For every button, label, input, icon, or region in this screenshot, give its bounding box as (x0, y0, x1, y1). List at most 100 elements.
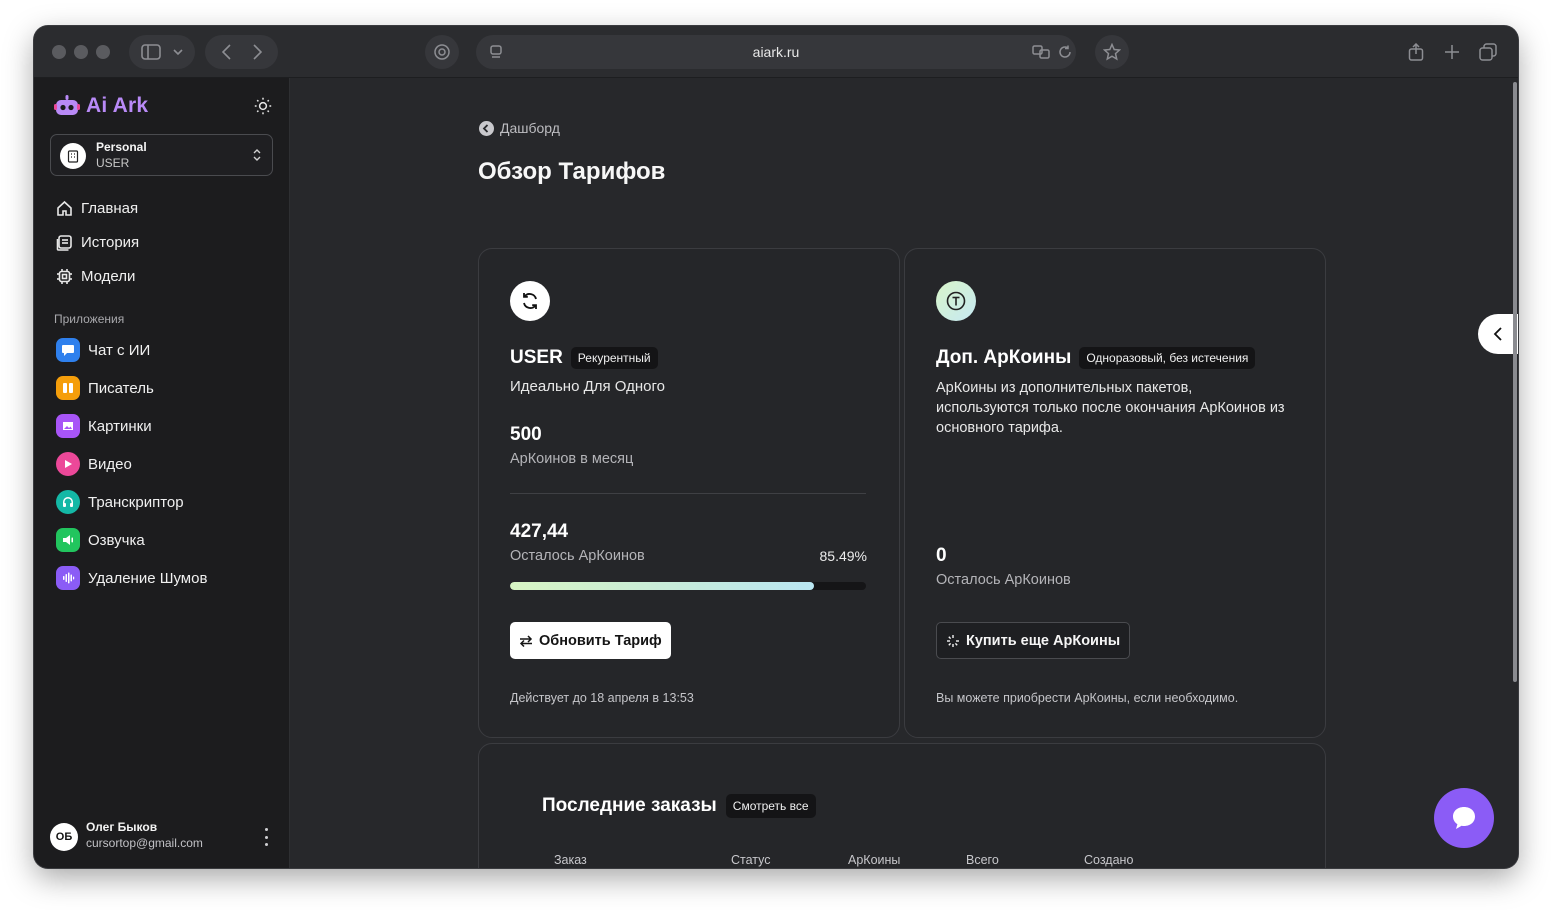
writer-icon (56, 376, 80, 400)
coin-icon (936, 281, 976, 321)
organization-avatar (60, 143, 86, 169)
chevron-down-icon (173, 49, 183, 56)
chevron-up-down-icon (253, 149, 261, 161)
extra-remaining-value: 0 (936, 545, 947, 566)
monthly-coins-label: АрКоинов в месяц (510, 451, 634, 467)
remaining-percent: 85.49% (819, 548, 867, 564)
brand-name: Ai Ark (86, 94, 149, 117)
new-tab-icon[interactable] (1442, 42, 1462, 62)
sparkle-icon (947, 634, 959, 647)
history-icon (56, 234, 72, 251)
tabs-overview-icon[interactable] (1478, 42, 1498, 62)
app-item-label: Озвучка (88, 531, 145, 549)
building-icon (67, 149, 79, 163)
coins-progress-fill (510, 582, 815, 590)
avatar: ОБ (50, 823, 78, 851)
minimize-window-button[interactable] (74, 45, 88, 59)
plan-title-row: USER Рекурентный (510, 347, 658, 369)
waveform-icon (56, 566, 80, 590)
app-item-label: Видео (88, 455, 132, 473)
url-text: aiark.ru (752, 44, 800, 60)
divider (510, 493, 866, 494)
back-arrow-icon[interactable] (221, 44, 231, 60)
chat-icon (56, 338, 80, 362)
app-item-noise-removal[interactable]: Удаление Шумов (56, 565, 207, 591)
update-plan-label: Обновить Тариф (539, 632, 662, 649)
app-item-video[interactable]: Видео (56, 451, 132, 477)
history-nav (205, 35, 278, 69)
chevron-left-icon (1493, 327, 1502, 341)
column-header-order: Заказ (554, 853, 587, 867)
coins-progress-bar (510, 582, 866, 590)
address-bar[interactable]: aiark.ru (476, 35, 1076, 69)
nav-item-history[interactable]: История (56, 231, 139, 253)
image-icon (56, 414, 80, 438)
app-item-label: Удаление Шумов (88, 569, 208, 587)
nav-item-label: Модели (81, 267, 136, 285)
forward-arrow-icon[interactable] (252, 44, 262, 60)
page-scrollbar[interactable] (1513, 82, 1517, 682)
plan-name: USER (510, 347, 563, 368)
share-icon[interactable] (1406, 42, 1426, 62)
app-item-images[interactable]: Картинки (56, 413, 152, 439)
extra-type-badge: Одноразовый, без истечения (1079, 347, 1256, 369)
extra-title-row: Доп. АрКоины Одноразовый, без истечения (936, 347, 1256, 369)
panel-collapse-button[interactable] (1478, 314, 1518, 354)
buy-coins-button[interactable]: Купить еще АрКоины (936, 622, 1131, 659)
buy-coins-label: Купить еще АрКоины (966, 632, 1121, 649)
app-item-chat[interactable]: Чат с ИИ (56, 337, 150, 363)
column-header-coins: АрКоины (848, 853, 901, 867)
view-all-orders-button[interactable]: Смотреть все (725, 794, 816, 818)
close-window-button[interactable] (52, 45, 66, 59)
extra-coins-card: Доп. АрКоины Одноразовый, без истечения … (904, 248, 1326, 738)
update-plan-button[interactable]: Обновить Тариф (510, 622, 671, 659)
brand-logo[interactable]: Ai Ark (54, 94, 148, 118)
monthly-coins-value: 500 (510, 424, 542, 445)
chip-icon (57, 268, 72, 284)
app-item-transcriptor[interactable]: Транскриптор (56, 489, 184, 515)
star-icon (1103, 43, 1121, 61)
zoom-window-button[interactable] (96, 45, 110, 59)
theme-toggle-button[interactable] (252, 95, 274, 117)
app-item-label: Транскриптор (88, 493, 184, 511)
app-sidebar: Ai Ark Personal USER Главная История Мод… (34, 78, 290, 868)
plan-valid-until: Действует до 18 апреля в 13:53 (510, 691, 694, 705)
orders-header: Последние заказы Смотреть все (542, 794, 816, 818)
organization-switcher[interactable]: Personal USER (50, 134, 273, 176)
back-to-dashboard-link[interactable]: Дашборд (479, 120, 560, 136)
column-header-created: Создано (1084, 853, 1134, 867)
organization-name: Personal (96, 140, 147, 154)
plan-type-badge: Рекурентный (570, 347, 658, 369)
translate-icon[interactable] (1032, 43, 1050, 61)
orders-title: Последние заказы (542, 795, 717, 816)
headphones-icon (56, 490, 80, 514)
sun-icon (254, 97, 272, 115)
user-profile[interactable]: ОБ Олег Быков cursortop@gmail.com (50, 820, 274, 854)
extra-remaining-label: Осталось АрКоинов (936, 572, 1071, 588)
plan-subtitle: Идеально Для Одного (510, 378, 665, 395)
recurring-icon (510, 281, 550, 321)
back-link-label: Дашборд (500, 120, 560, 136)
plan-card: USER Рекурентный Идеально Для Одного 500… (478, 248, 900, 738)
speaker-icon (56, 528, 80, 552)
browser-toolbar: aiark.ru (34, 26, 1518, 78)
user-name: Олег Быков (86, 820, 158, 834)
app-item-voiceover[interactable]: Озвучка (56, 527, 145, 553)
extensions-button[interactable] (425, 35, 459, 69)
nav-item-label: Главная (81, 199, 139, 217)
user-email: cursortop@gmail.com (86, 836, 203, 850)
reload-icon[interactable] (1056, 43, 1074, 61)
sidebar-toggle-button[interactable] (129, 35, 195, 69)
swap-arrows-icon (519, 634, 533, 647)
bookmark-button[interactable] (1095, 35, 1129, 69)
nav-item-home[interactable]: Главная (56, 197, 138, 219)
nav-item-models[interactable]: Модели (56, 265, 135, 287)
gear-icon (434, 44, 450, 60)
app-item-writer[interactable]: Писатель (56, 375, 154, 401)
nav-item-label: История (81, 233, 140, 251)
remaining-coins-value: 427,44 (510, 521, 569, 542)
app-item-label: Писатель (88, 379, 154, 397)
support-chat-button[interactable] (1434, 788, 1494, 848)
browser-window: aiark.ru Ai Ark Personal USER Главная Ис… (34, 26, 1518, 868)
user-menu-icon[interactable] (258, 828, 274, 846)
